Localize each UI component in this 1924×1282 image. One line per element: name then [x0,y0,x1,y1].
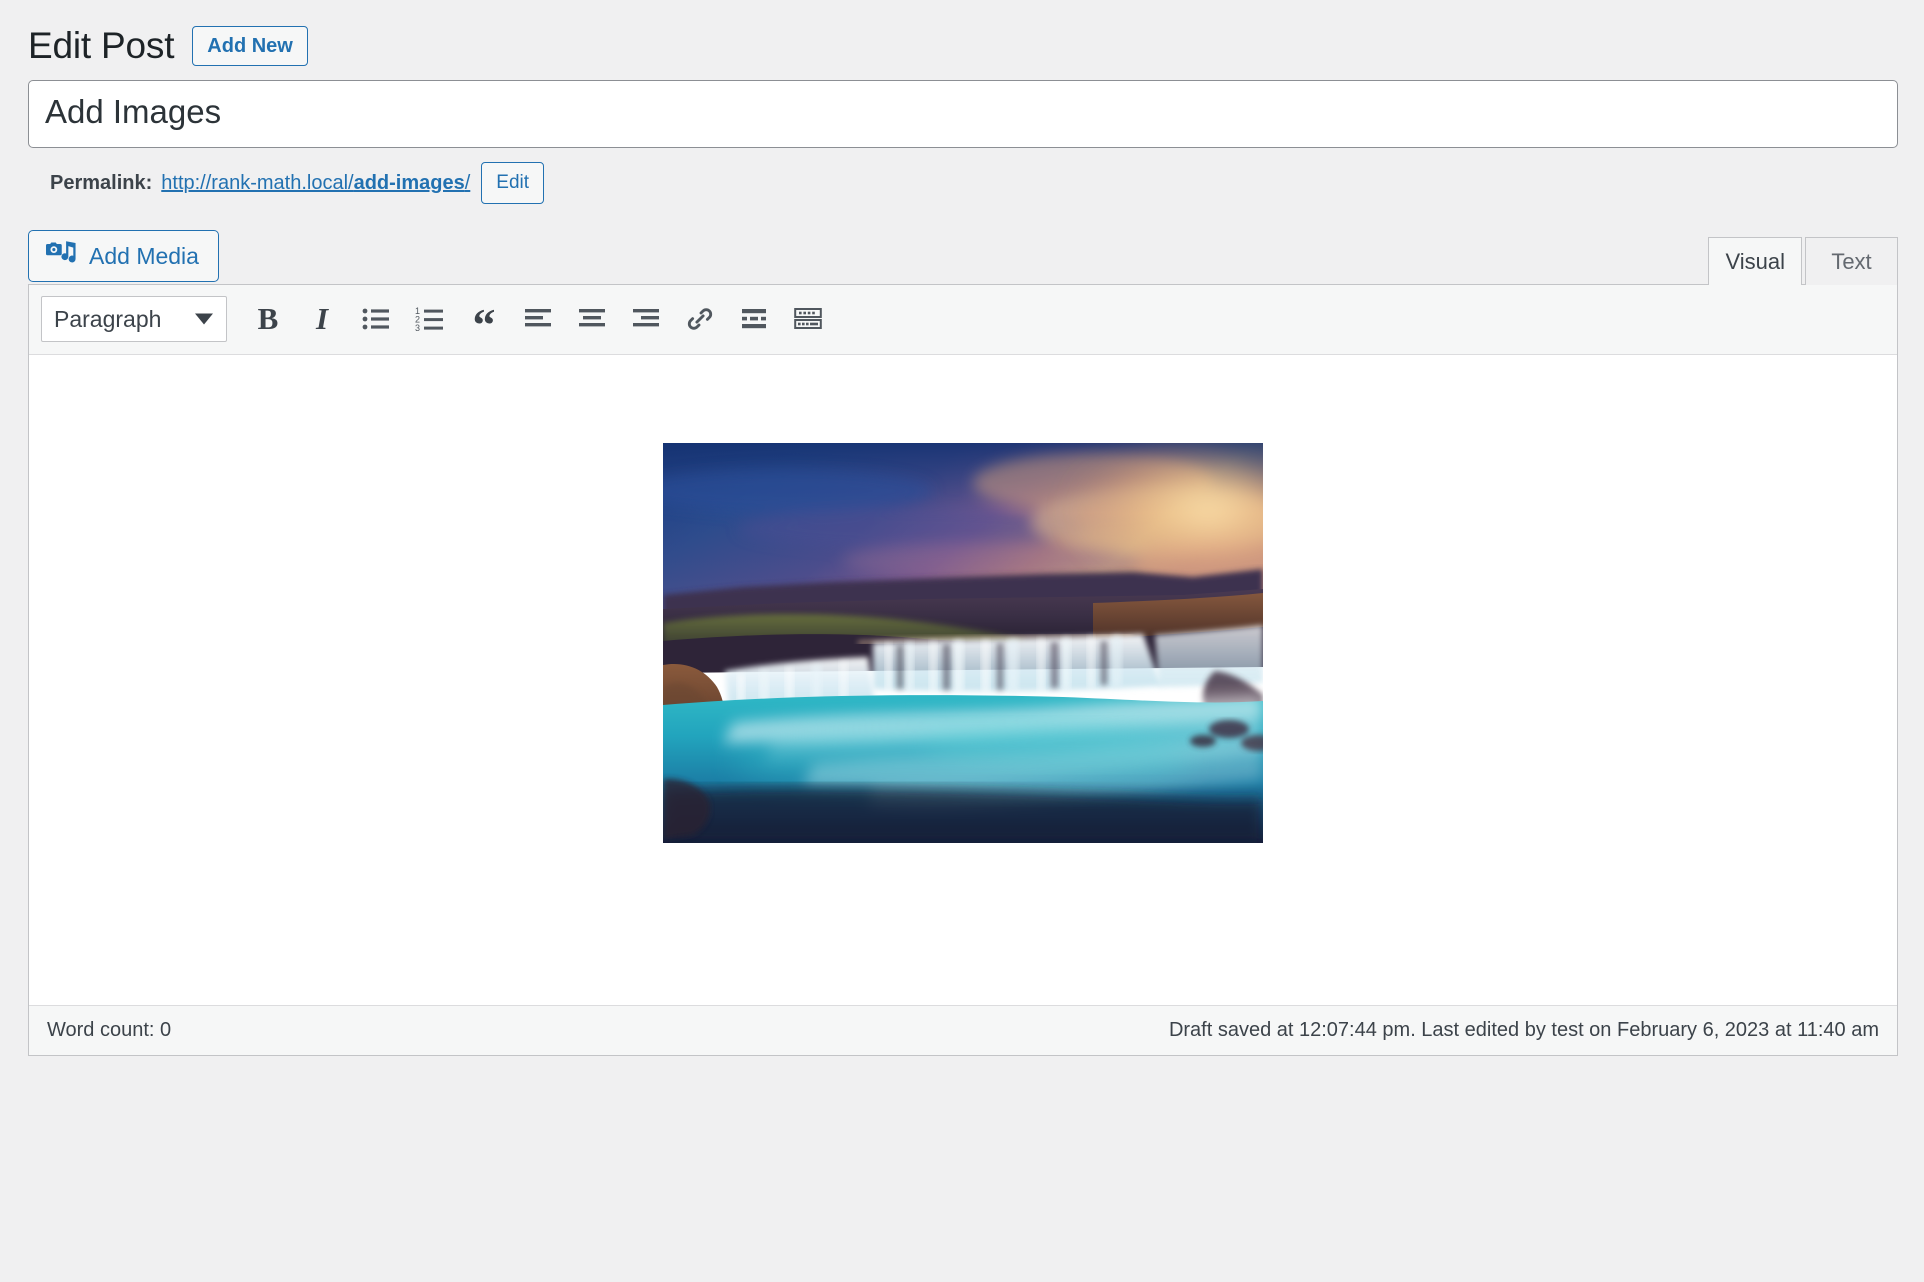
italic-icon[interactable]: I [295,294,349,344]
editor-mode-tabs: Visual Text [1708,237,1898,285]
permalink-slug: add-images [353,171,465,194]
content-image[interactable] [663,443,1263,843]
add-media-button[interactable]: Add Media [28,230,219,282]
word-count: Word count: 0 [47,1019,172,1041]
permalink-base: http://rank-math.local/ [161,171,354,194]
permalink-trailing-slash: / [464,171,471,194]
numbered-list-icon[interactable]: 1 2 3 [403,294,457,344]
toolbar-toggle-icon[interactable] [781,294,835,344]
admin-media-icon [46,238,76,274]
page-title: Edit Post [28,24,175,66]
permalink-row: Permalink: http://rank-math.local/add-im… [0,148,1924,204]
post-title-input[interactable] [28,80,1898,148]
read-more-icon[interactable] [727,294,781,344]
bold-glyph: B [257,301,279,336]
editor-content-area[interactable] [29,355,1897,1005]
align-center-icon[interactable] [565,294,619,344]
editor-toolbar: Paragraph B I 1 2 3 “ [29,285,1897,355]
bold-icon[interactable]: B [241,294,295,344]
tab-text[interactable]: Text [1805,237,1898,285]
italic-glyph: I [315,301,329,336]
edit-permalink-button[interactable]: Edit [481,162,545,204]
format-select[interactable]: Paragraph [41,296,227,342]
permalink-link[interactable]: http://rank-math.local/add-images/ [161,172,470,195]
permalink-label: Permalink: [50,171,153,194]
align-right-icon[interactable] [619,294,673,344]
page-header: Edit Post Add New [0,0,1924,70]
editor-box: Paragraph B I 1 2 3 “ Word count: 0 Draf… [28,284,1898,1056]
post-editor: Add Media Visual Text Paragraph B I 1 2 … [28,226,1898,1056]
format-select-value: Paragraph [54,305,162,332]
blockquote-icon[interactable]: “ [457,294,511,351]
add-media-label: Add Media [89,242,199,269]
editor-topbar: Add Media Visual Text [28,226,1898,285]
add-new-button[interactable]: Add New [192,26,308,66]
blockquote-glyph: “ [472,299,496,351]
link-icon[interactable] [673,294,727,344]
chevron-down-icon [195,313,213,325]
editor-statusbar: Word count: 0 Draft saved at 12:07:44 pm… [29,1005,1897,1055]
save-status: Draft saved at 12:07:44 pm. Last edited … [1168,1019,1879,1041]
post-title-wrapper [0,70,1924,148]
bulleted-list-icon[interactable] [349,294,403,344]
tab-visual[interactable]: Visual [1708,237,1802,285]
svg-text:3: 3 [415,323,420,332]
align-left-icon[interactable] [511,294,565,344]
